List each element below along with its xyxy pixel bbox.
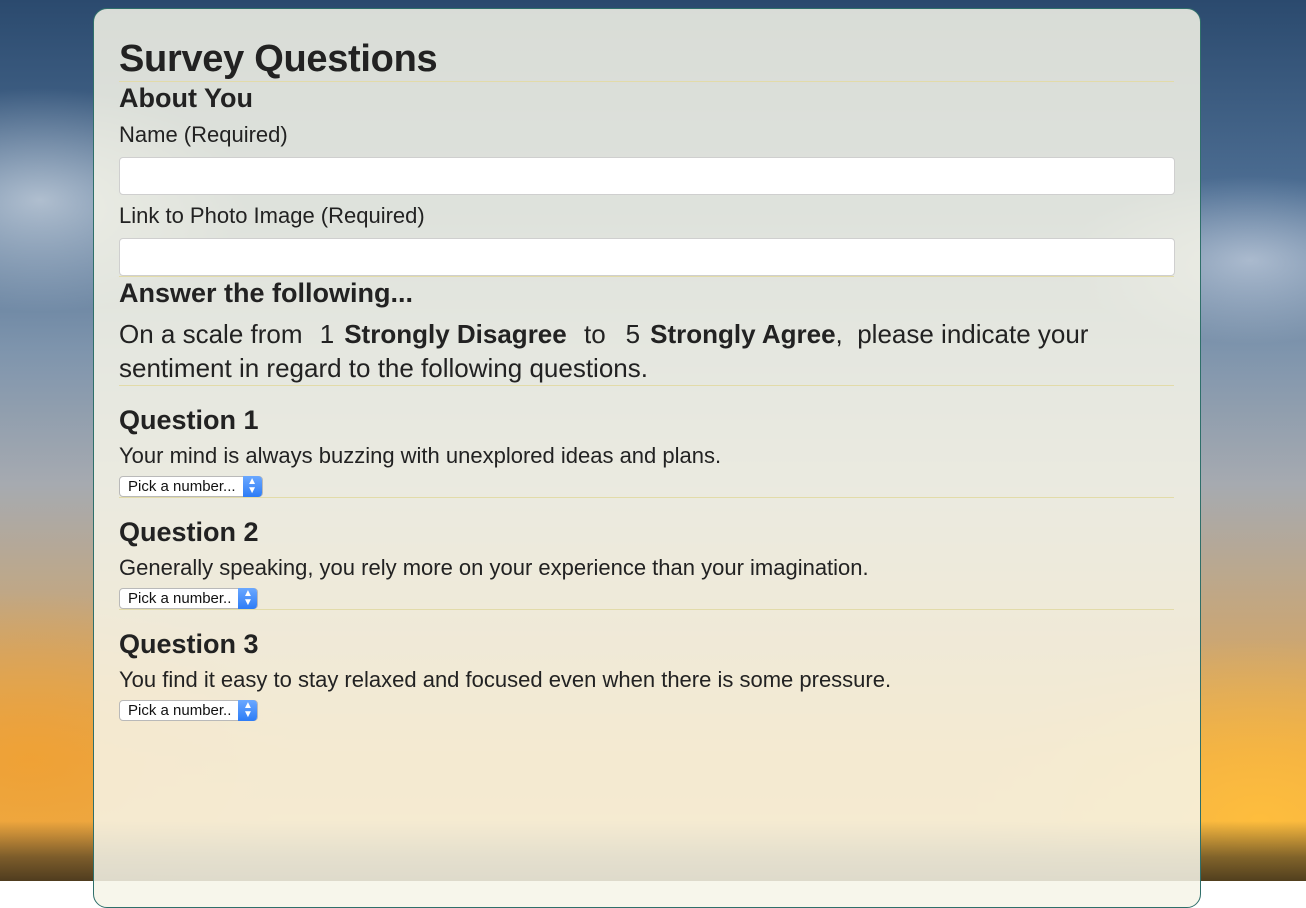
answer-heading: Answer the following... (119, 278, 414, 308)
question-block-3: Question 3 You find it easy to stay rela… (119, 610, 1174, 721)
question-title: Question 3 (119, 629, 259, 659)
select-value: Pick a number... (128, 478, 236, 495)
chevron-up-down-icon: ▲ ▼ (238, 700, 258, 721)
page-title: Survey Questions (119, 38, 438, 80)
survey-panel: Survey Questions About You Name (Require… (93, 8, 1201, 908)
question-text: You find it easy to stay relaxed and foc… (119, 667, 892, 692)
question-text: Your mind is always buzzing with unexplo… (119, 443, 722, 468)
chevron-up-down-icon: ▲ ▼ (238, 588, 258, 609)
scale-instructions: On a scale from 1 Strongly Disagree to 5 St… (119, 319, 1089, 383)
question-title: Question 1 (119, 405, 259, 435)
select-value: Pick a number.. (128, 590, 232, 607)
select-value: Pick a number.. (128, 702, 232, 719)
question-block-2: Question 2 Generally speaking, you rely … (119, 498, 1174, 609)
photo-link-label: Link to Photo Image (Required) (119, 203, 425, 228)
scale-to-word: to (583, 319, 606, 349)
scale-low-number: 1 (319, 319, 335, 349)
intro-prefix: On a scale from (119, 319, 303, 349)
question-1-select[interactable]: Pick a number... ▲ ▼ (119, 476, 263, 497)
question-text: Generally speaking, you rely more on you… (119, 555, 869, 580)
question-3-select[interactable]: Pick a number.. ▲ ▼ (119, 700, 259, 721)
photo-link-input[interactable] (119, 238, 1175, 276)
about-heading: About You (119, 83, 253, 113)
scale-low-label: Strongly Disagree (344, 319, 567, 349)
name-label: Name (Required) (119, 122, 288, 147)
question-2-select[interactable]: Pick a number.. ▲ ▼ (119, 588, 259, 609)
question-block-1: Question 1 Your mind is always buzzing w… (119, 386, 1174, 497)
scale-high-label: Strongly Agree (650, 319, 836, 349)
scale-high-number: 5 (625, 319, 641, 349)
question-title: Question 2 (119, 517, 259, 547)
chevron-up-down-icon: ▲ ▼ (242, 476, 262, 497)
name-input[interactable] (119, 157, 1175, 195)
